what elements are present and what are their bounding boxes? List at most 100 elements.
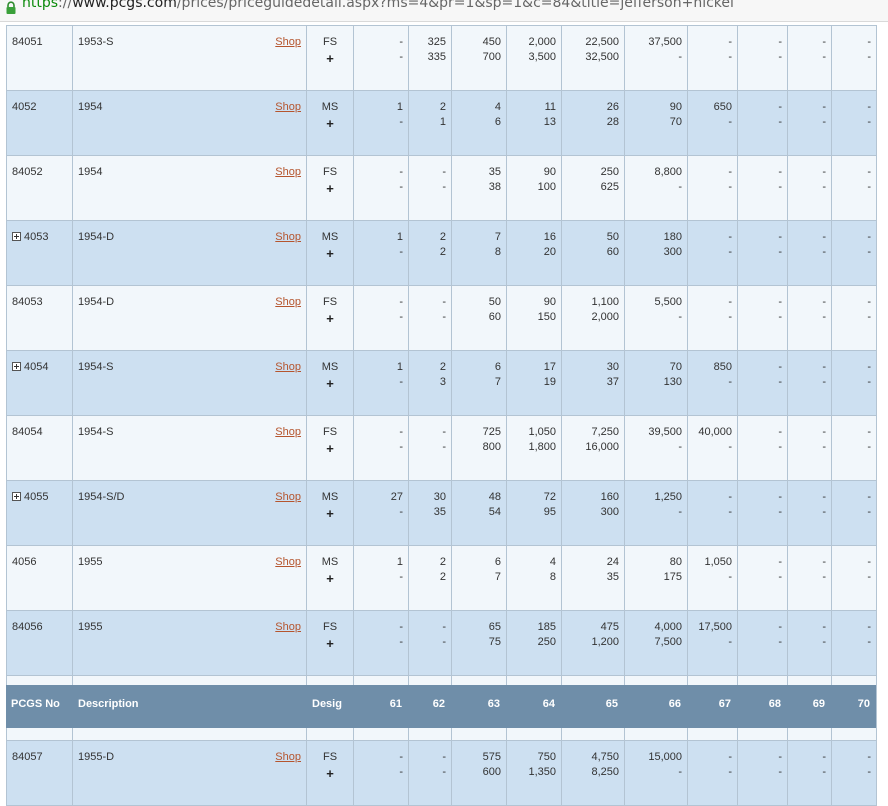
shop-link[interactable]: Shop: [275, 296, 301, 308]
plus-price-value: 100: [537, 181, 556, 193]
grade-price-cell: --: [353, 285, 409, 351]
price-value: 1,050: [528, 426, 556, 438]
price-value: -: [822, 231, 826, 243]
grade-price-cell: 70 130: [624, 350, 688, 416]
plus-price-value: 6: [494, 116, 501, 128]
plus-price-value: -: [442, 766, 446, 778]
grade-price-cell: 17,500 -: [687, 610, 738, 676]
plus-price-value: -: [399, 636, 403, 648]
grade-price-cell: --: [831, 285, 877, 351]
pcgs-number: 84054: [12, 426, 43, 438]
plus-price-value: -: [728, 441, 732, 453]
plus-price-value: 800: [482, 441, 501, 453]
address-url[interactable]: https://www.pcgs.com/prices/priceguidede…: [22, 0, 734, 11]
grade-price-cell: 35 38: [451, 155, 507, 221]
description-cell: 1955 Shop: [72, 545, 307, 611]
price-value: -: [778, 166, 782, 178]
pcgs-number-cell: 4053: [6, 220, 73, 286]
price-value: -: [778, 101, 782, 113]
grade-price-cell: --: [787, 415, 832, 481]
header-grade-63[interactable]: 63: [456, 698, 500, 710]
grade-price-cell: 30 35: [408, 480, 452, 546]
plus-price-value: -: [867, 571, 871, 583]
shop-link[interactable]: Shop: [275, 361, 301, 373]
grade-price-cell: 1,100 2,000: [561, 285, 625, 351]
header-grade-70[interactable]: 70: [826, 698, 870, 710]
pcgs-number: 84057: [12, 751, 43, 763]
shop-link[interactable]: Shop: [275, 491, 301, 503]
grade-price-cell: --: [737, 740, 788, 806]
plus-price-value: -: [728, 116, 732, 128]
grade-price-cell: --: [408, 610, 452, 676]
plus-price-value: -: [728, 376, 732, 388]
grade-price-cell: 24 35: [561, 545, 625, 611]
shop-link[interactable]: Shop: [275, 621, 301, 633]
header-grade-62[interactable]: 62: [401, 698, 445, 710]
grade-price-cell: --: [787, 350, 832, 416]
plus-price-value: -: [678, 311, 682, 323]
plus-price-value: -: [778, 636, 782, 648]
expand-plus-icon[interactable]: [12, 362, 21, 371]
browser-address-bar[interactable]: https://www.pcgs.com/prices/priceguidede…: [0, 0, 888, 22]
plus-price-value: -: [728, 246, 732, 258]
grade-price-cell: 22,500 32,500: [561, 25, 625, 91]
shop-link[interactable]: Shop: [275, 101, 301, 113]
description-cell: 1954-S Shop: [72, 350, 307, 416]
designation-cell: FS +: [306, 155, 354, 221]
grade-price-cell: 180 300: [624, 220, 688, 286]
expand-plus-icon[interactable]: [12, 232, 21, 241]
price-value: -: [867, 426, 871, 438]
pcgs-number: 4052: [12, 101, 37, 113]
header-grade-61[interactable]: 61: [358, 698, 402, 710]
table-row: 4053 1954-D Shop MS +1-2 2 7 8 16 20 50 60 180 300- - -…: [6, 220, 877, 286]
header-grade-65[interactable]: 65: [574, 698, 618, 710]
grade-price-cell: --: [408, 415, 452, 481]
shop-link[interactable]: Shop: [275, 231, 301, 243]
header-grade-64[interactable]: 64: [511, 698, 555, 710]
grade-price-cell: 1-: [353, 350, 409, 416]
price-value: 325: [427, 36, 446, 48]
header-grade-67[interactable]: 67: [687, 698, 731, 710]
plus-price-value: -: [822, 571, 826, 583]
price-value: -: [822, 556, 826, 568]
price-value: 725: [482, 426, 501, 438]
designation-cell: MS +: [306, 480, 354, 546]
coin-description: 1954-D: [78, 231, 115, 243]
price-value: -: [399, 296, 403, 308]
designation-cell: MS +: [306, 90, 354, 156]
coin-description: 1955: [78, 556, 103, 568]
shop-link[interactable]: Shop: [275, 426, 301, 438]
plus-price-value: 250: [537, 636, 556, 648]
plus-price-value: -: [728, 506, 732, 518]
price-value: 2: [439, 231, 446, 243]
header-grade-69[interactable]: 69: [781, 698, 825, 710]
plus-price-value: -: [822, 376, 826, 388]
grade-price-cell: 67: [451, 350, 507, 416]
price-value: -: [728, 751, 732, 763]
header-grade-66[interactable]: 66: [637, 698, 681, 710]
grade-price-cell: 90 150: [506, 285, 562, 351]
shop-link[interactable]: Shop: [275, 166, 301, 178]
grade-price-cell: 22: [408, 220, 452, 286]
price-value: -: [822, 426, 826, 438]
pcgs-number: 84053: [12, 296, 43, 308]
shop-link[interactable]: Shop: [275, 751, 301, 763]
shop-link[interactable]: Shop: [275, 556, 301, 568]
plus-price-value: -: [867, 441, 871, 453]
header-grade-68[interactable]: 68: [737, 698, 781, 710]
lock-icon: [6, 1, 16, 14]
plus-designation: +: [326, 571, 334, 586]
expand-plus-icon[interactable]: [12, 492, 21, 501]
plus-price-value: -: [822, 441, 826, 453]
grade-price-cell: --: [687, 220, 738, 286]
plus-price-value: -: [867, 116, 871, 128]
grade-price-cell: 48: [506, 545, 562, 611]
price-value: -: [399, 426, 403, 438]
plus-designation: +: [326, 311, 334, 326]
grade-price-cell: --: [737, 285, 788, 351]
price-value: 7,250: [591, 426, 619, 438]
price-value: -: [778, 361, 782, 373]
plus-price-value: 35: [433, 506, 446, 518]
price-value: -: [399, 166, 403, 178]
shop-link[interactable]: Shop: [275, 36, 301, 48]
